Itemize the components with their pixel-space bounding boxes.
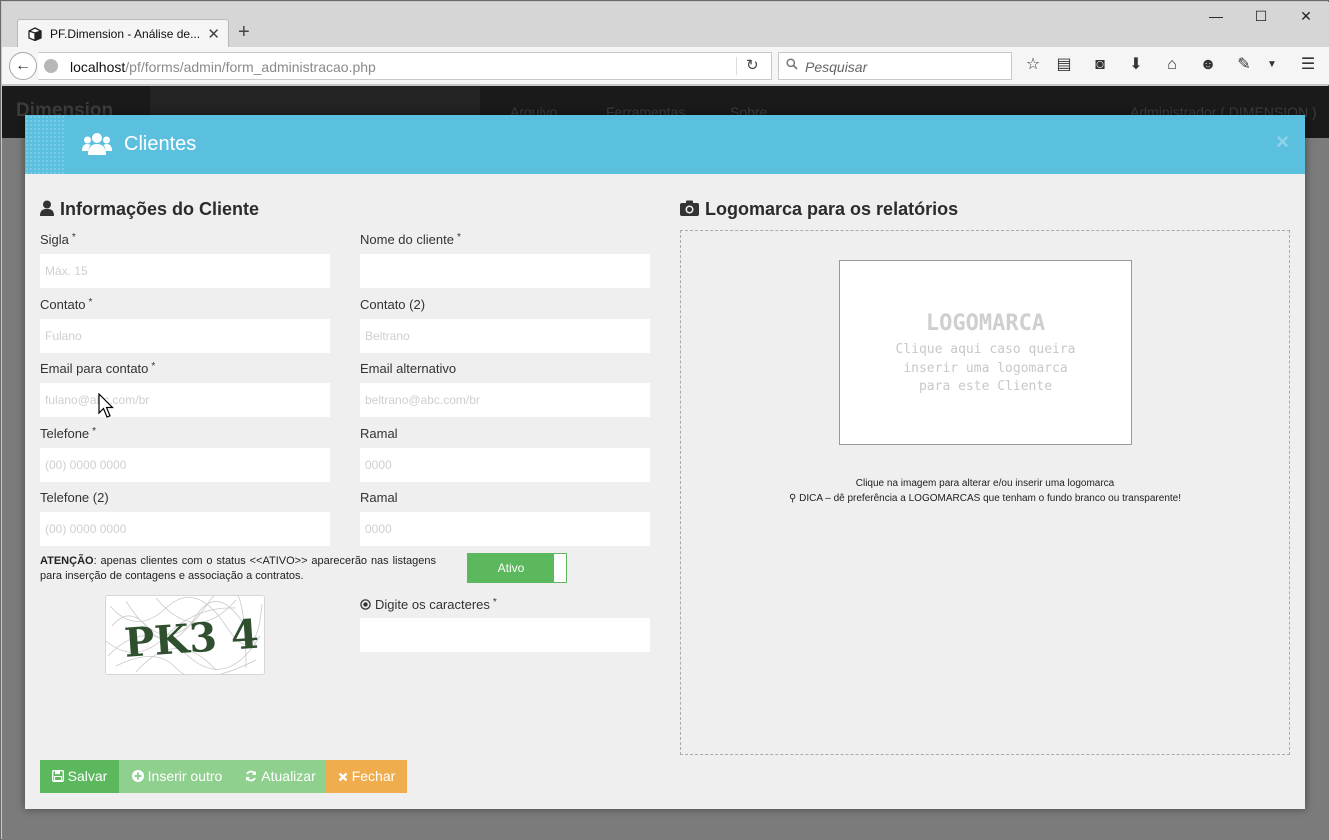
logo-placeholder-text: Clique aqui caso queira inserir uma logo… xyxy=(895,342,1076,394)
toggle-label: Ativo xyxy=(468,554,554,582)
label-telefone2: Telefone (2) xyxy=(40,490,109,505)
globe-icon xyxy=(44,59,58,73)
dropdown-arrow-icon[interactable]: ▼ xyxy=(1263,56,1281,74)
reload-icon[interactable]: ↻ xyxy=(746,56,759,74)
label-email: Email para contato * xyxy=(40,361,156,376)
camera-icon xyxy=(680,200,699,216)
tab-strip: PF.Dimension - Análise de... ✕ + — ☐ ✕ xyxy=(2,2,1329,48)
mouse-cursor-icon xyxy=(98,393,114,418)
captcha-input[interactable] xyxy=(360,618,650,652)
extension-icon[interactable]: ✎ xyxy=(1235,56,1253,74)
ramal-input[interactable] xyxy=(360,448,650,482)
lightbulb-icon: ⚲ xyxy=(789,493,800,504)
email-input[interactable] xyxy=(40,383,330,417)
browser-tab[interactable]: PF.Dimension - Análise de... ✕ xyxy=(17,19,229,48)
status-notice: ATENÇÃO: apenas clientes com o status <<… xyxy=(40,555,436,582)
nome-input[interactable] xyxy=(360,254,650,288)
modal-title: Clientes xyxy=(124,133,197,155)
tab-close-icon[interactable]: ✕ xyxy=(207,25,220,43)
logo-dropzone: LOGOMARCA Clique aqui caso queira inseri… xyxy=(680,230,1290,755)
save-icon xyxy=(51,769,64,783)
inserir-outro-button[interactable]: Inserir outro xyxy=(119,760,235,793)
captcha-graphic: PK3 4 xyxy=(105,585,263,678)
captcha-image: PK3 4 xyxy=(105,585,265,678)
label-captcha: Digite os caracteres * xyxy=(360,597,497,612)
label-nome: Nome do cliente * xyxy=(360,232,461,247)
back-arrow-icon[interactable]: ← xyxy=(9,52,37,80)
fechar-button[interactable]: Fechar xyxy=(326,760,407,793)
url-text: localhost/pf/forms/admin/form_administra… xyxy=(70,59,376,75)
label-telefone: Telefone * xyxy=(40,426,97,441)
user-icon xyxy=(40,200,54,216)
search-placeholder: Pesquisar xyxy=(805,59,868,75)
contato2-input[interactable] xyxy=(360,319,650,353)
label-contato: Contato * xyxy=(40,297,93,312)
maximize-icon[interactable]: ☐ xyxy=(1251,8,1271,28)
section-title-info: Informações do Cliente xyxy=(40,199,259,220)
browser-search-bar[interactable]: Pesquisar xyxy=(778,52,1012,80)
tab-title: PF.Dimension - Análise de... xyxy=(50,27,200,41)
pocket-icon[interactable]: ◙ xyxy=(1091,56,1109,74)
new-tab-icon[interactable]: + xyxy=(238,21,250,44)
sigla-input[interactable] xyxy=(40,254,330,288)
reading-list-icon[interactable]: ▤ xyxy=(1055,56,1073,74)
refresh-icon xyxy=(246,770,257,782)
browser-navbar: ← localhost/pf/forms/admin/form_administ… xyxy=(2,47,1329,85)
label-sigla: Sigla * xyxy=(40,232,76,247)
menu-hamburger-icon[interactable]: ☰ xyxy=(1299,56,1317,74)
url-bar[interactable]: localhost/pf/forms/admin/form_administra… xyxy=(38,52,772,80)
window-close-icon[interactable]: ✕ xyxy=(1296,8,1316,28)
plus-circle-icon xyxy=(131,770,144,782)
modal-header: Clientes × xyxy=(25,115,1305,174)
label-email-alt: Email alternativo xyxy=(360,361,457,376)
home-icon[interactable]: ⌂ xyxy=(1163,56,1181,74)
modal-close-icon[interactable]: × xyxy=(1276,129,1289,155)
minimize-icon[interactable]: — xyxy=(1206,8,1226,28)
label-ramal2: Ramal xyxy=(360,490,398,505)
radio-dot-icon xyxy=(360,599,371,610)
label-ramal: Ramal xyxy=(360,426,398,441)
section-title-logo: Logomarca para os relatórios xyxy=(680,199,958,220)
logo-placeholder-title: LOGOMARCA xyxy=(925,311,1046,336)
atualizar-button[interactable]: Atualizar xyxy=(235,760,326,793)
clientes-modal: Clientes × Informações do Cliente Logoma… xyxy=(25,115,1305,809)
telefone2-input[interactable] xyxy=(40,512,330,546)
salvar-button[interactable]: Salvar xyxy=(40,760,119,793)
status-toggle[interactable]: Ativo xyxy=(467,553,567,583)
url-divider xyxy=(736,57,737,75)
email-alt-input[interactable] xyxy=(360,383,650,417)
header-pattern xyxy=(25,115,65,174)
cube-favicon-icon xyxy=(28,27,42,41)
logo-hint: Clique na imagem para alterar e/ou inser… xyxy=(789,478,1181,504)
download-icon[interactable]: ⬇ xyxy=(1127,56,1145,74)
logo-image[interactable]: LOGOMARCA Clique aqui caso queira inseri… xyxy=(839,260,1132,445)
search-icon xyxy=(786,58,798,70)
contato-input[interactable] xyxy=(40,319,330,353)
label-contato2: Contato (2) xyxy=(360,297,426,312)
smiley-icon[interactable]: ☻ xyxy=(1199,56,1217,74)
captcha-text: PK3 4 xyxy=(123,611,260,667)
telefone-input[interactable] xyxy=(40,448,330,482)
users-icon xyxy=(82,133,112,155)
ramal2-input[interactable] xyxy=(360,512,650,546)
close-x-icon xyxy=(338,772,348,782)
bookmark-star-icon[interactable]: ☆ xyxy=(1024,56,1042,74)
